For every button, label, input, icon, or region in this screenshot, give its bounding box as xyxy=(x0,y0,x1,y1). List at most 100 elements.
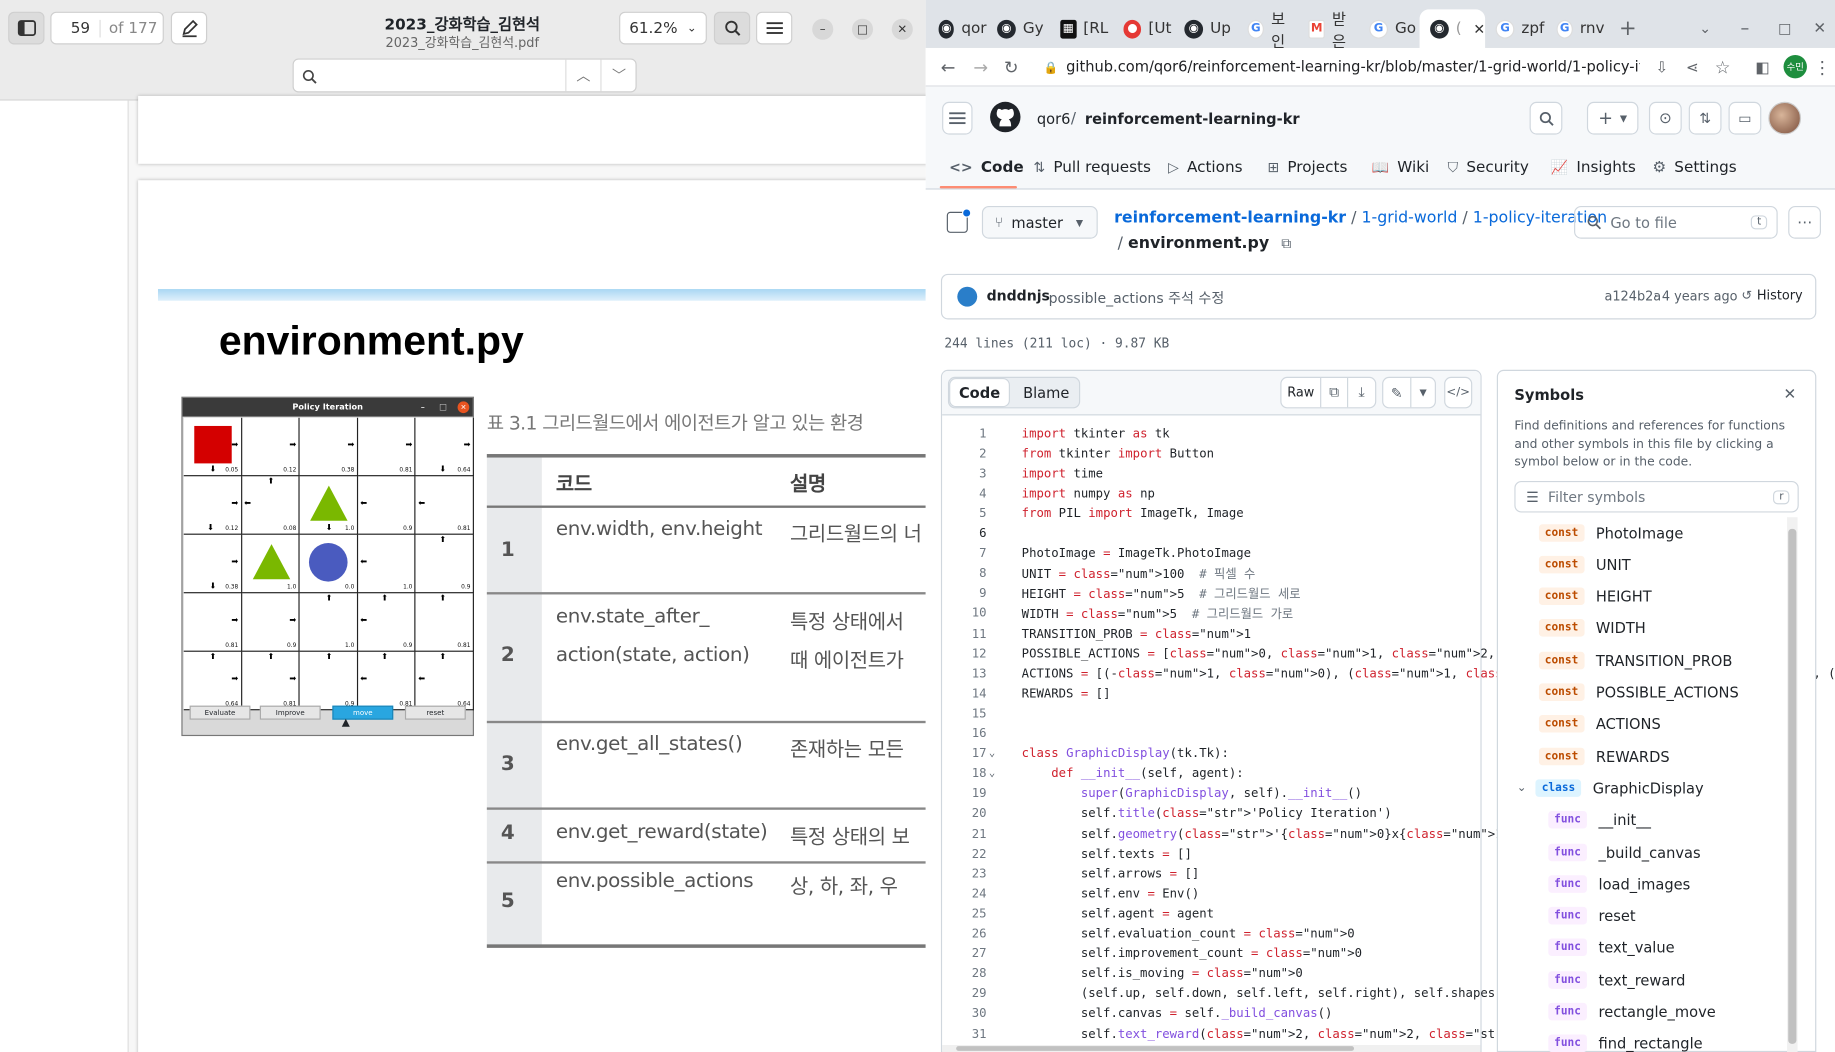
branch-select-button[interactable]: ⑂ master ▼ xyxy=(981,205,1098,239)
line-number[interactable]: 10 xyxy=(942,607,987,621)
line-number[interactable]: 27 xyxy=(942,947,987,961)
search-button[interactable] xyxy=(1529,101,1563,135)
code-line[interactable]: 27 self.improvement_count = class="num">… xyxy=(942,944,1480,964)
code-line[interactable]: 13 ACTIONS = [(-class="num">1, class="num… xyxy=(942,664,1835,684)
code-line[interactable]: 9 HEIGHT = class="num">5 # 그리드월드 세로 xyxy=(942,584,1480,604)
code-line[interactable]: 2 from tkinter import Button xyxy=(942,444,1480,464)
line-number[interactable]: 13 xyxy=(942,667,987,681)
code-line[interactable]: 5 from PIL import ImageTk, Image xyxy=(942,504,1480,524)
forward-arrow-icon[interactable]: → xyxy=(968,55,994,81)
line-number[interactable]: 31 xyxy=(942,1027,987,1041)
line-number[interactable]: 4 xyxy=(942,487,986,501)
line-number[interactable]: 20 xyxy=(942,807,987,821)
global-nav-menu-button[interactable] xyxy=(942,101,973,135)
maximize-button[interactable]: □ xyxy=(851,18,874,40)
code-line[interactable]: 6 xyxy=(942,524,1480,544)
symbol-item[interactable]: const UNIT xyxy=(1538,553,1631,576)
file-tree-toggle-button[interactable] xyxy=(946,208,972,233)
code-line[interactable]: 18 ⌄ def __init__(self, agent): xyxy=(942,764,1480,784)
line-number[interactable]: 2 xyxy=(942,447,986,461)
window-minimize-icon[interactable]: – xyxy=(1731,14,1759,42)
search-prev-button[interactable]: ︿ xyxy=(565,59,600,92)
menu-button[interactable] xyxy=(756,11,793,45)
inbox-button[interactable]: ▭ xyxy=(1728,101,1762,135)
sidebar-toggle-button[interactable] xyxy=(8,11,45,45)
line-number[interactable]: 6 xyxy=(942,527,986,541)
symbol-item[interactable]: func text_value xyxy=(1548,936,1675,959)
line-number[interactable]: 24 xyxy=(942,887,987,901)
profile-avatar[interactable]: 수민 xyxy=(1783,54,1807,79)
code-line[interactable]: 29 (self.up, self.down, self.left, self.… xyxy=(942,984,1495,1004)
code-line[interactable]: 23 self.arrows = [] xyxy=(942,864,1480,884)
scrollbar-thumb[interactable] xyxy=(1788,528,1797,1044)
browser-tab[interactable]: ● [Ut xyxy=(1113,9,1171,48)
line-number[interactable]: 8 xyxy=(942,567,986,581)
code-line[interactable]: 30 self.canvas = self._build_canvas() xyxy=(942,1004,1480,1024)
browser-tab[interactable]: ▦ [RL xyxy=(1050,9,1108,48)
horizontal-scrollbar[interactable] xyxy=(942,1044,1481,1052)
symbol-item[interactable]: func load_images xyxy=(1548,872,1690,895)
side-panel-icon[interactable]: ◧ xyxy=(1750,55,1776,81)
download-icon[interactable]: ⤓ xyxy=(1348,378,1375,407)
address-bar[interactable]: github.com/qor6/reinforcement-learning-k… xyxy=(1066,57,1639,78)
tab-pull-requests[interactable]: ⇅ Pull requests xyxy=(1033,157,1151,178)
browser-tab[interactable]: ◉ Up xyxy=(1174,9,1235,48)
line-number[interactable]: 17 xyxy=(942,747,987,761)
line-number[interactable]: 15 xyxy=(942,707,987,721)
line-number[interactable]: 14 xyxy=(942,687,987,701)
browser-tab[interactable]: Gzpf xyxy=(1485,9,1546,48)
tab-search-icon[interactable]: ⌄ xyxy=(1691,14,1719,42)
page-number-input[interactable]: 59 xyxy=(51,19,101,37)
window-maximize-icon[interactable]: □ xyxy=(1771,14,1799,42)
browser-tab[interactable]: G Go xyxy=(1359,9,1418,48)
share-icon[interactable]: ⋖ xyxy=(1679,55,1705,81)
code-line[interactable]: 19 super(GraphicDisplay, self).__init__(… xyxy=(942,784,1480,804)
code-line[interactable]: 4 import numpy as np xyxy=(942,484,1480,504)
symbol-item[interactable]: const WIDTH xyxy=(1538,617,1646,640)
code-line[interactable]: 26 self.evaluation_count = class="num">0 xyxy=(942,924,1480,944)
symbol-item[interactable]: func reset xyxy=(1548,904,1636,927)
line-number[interactable]: 25 xyxy=(942,907,987,921)
code-line[interactable]: 11 TRANSITION_PROB = class="num">1 xyxy=(942,624,1480,644)
code-line[interactable]: 17 ⌄ class GraphicDisplay(tk.Tk): xyxy=(942,744,1480,764)
history-button[interactable]: ↺ History xyxy=(1741,288,1802,303)
close-tab-icon[interactable]: ✕ xyxy=(1473,20,1485,36)
browser-tab[interactable]: ◉ qor xyxy=(928,9,987,48)
symbol-item[interactable]: const POSSIBLE_ACTIONS xyxy=(1538,680,1739,703)
line-number[interactable]: 30 xyxy=(942,1007,987,1021)
browser-tab[interactable]: ◉ Gy xyxy=(987,9,1046,48)
pdf-search-input[interactable] xyxy=(324,62,565,90)
browser-tab-active[interactable]: ◉ (✕ xyxy=(1419,9,1486,48)
commit-author[interactable]: dnddnjs xyxy=(987,288,1050,304)
issues-button[interactable]: ⊙ xyxy=(1648,101,1682,135)
symbols-panel-toggle[interactable]: </> xyxy=(1444,376,1473,409)
bookmark-star-icon[interactable]: ☆ xyxy=(1710,55,1736,81)
symbol-item[interactable]: const PhotoImage xyxy=(1538,521,1683,544)
window-close-icon[interactable]: ✕ xyxy=(1806,14,1834,42)
new-tab-icon[interactable]: + xyxy=(1614,14,1642,42)
symbol-item[interactable]: func rectangle_move xyxy=(1548,1000,1716,1023)
search-next-button[interactable]: ﹀ xyxy=(600,59,636,92)
scrollbar-thumb[interactable] xyxy=(956,1046,1355,1051)
code-line[interactable]: 7 PhotoImage = ImageTk.PhotoImage xyxy=(942,544,1480,564)
line-number[interactable]: 12 xyxy=(942,647,987,661)
code-line[interactable]: 25 self.agent = agent xyxy=(942,904,1480,924)
github-logo-icon[interactable] xyxy=(989,101,1022,134)
line-number[interactable]: 16 xyxy=(942,727,987,741)
line-number[interactable]: 7 xyxy=(942,547,986,561)
code-line[interactable]: 15 xyxy=(942,704,1480,724)
symbol-item[interactable]: func _build_canvas xyxy=(1548,840,1701,863)
repo-name-link[interactable]: reinforcement-learning-kr xyxy=(1085,110,1300,128)
code-line[interactable]: 8 UNIT = class="num">100 # 픽셀 수 xyxy=(942,564,1480,584)
more-vertical-icon[interactable]: ⋮ xyxy=(1813,55,1832,81)
commit-message[interactable]: possible_actions 주석 수정 xyxy=(1049,288,1225,308)
close-icon[interactable]: ✕ xyxy=(1784,386,1797,404)
blame-toggle-button[interactable]: Blame xyxy=(1013,378,1079,407)
code-line[interactable]: 24 self.env = Env() xyxy=(942,884,1480,904)
page-number-box[interactable]: 59 of 177 xyxy=(50,11,164,45)
copy-path-icon[interactable]: ⧉ xyxy=(1281,235,1291,251)
more-options-button[interactable]: ⋯ xyxy=(1788,205,1821,239)
code-line[interactable]: 20 self.title(class="str">'Policy Iterat… xyxy=(942,804,1480,824)
code-line[interactable]: 12 POSSIBLE_ACTIONS = [class="num">0, cla… xyxy=(942,644,1726,664)
symbol-item[interactable]: const HEIGHT xyxy=(1538,585,1652,608)
